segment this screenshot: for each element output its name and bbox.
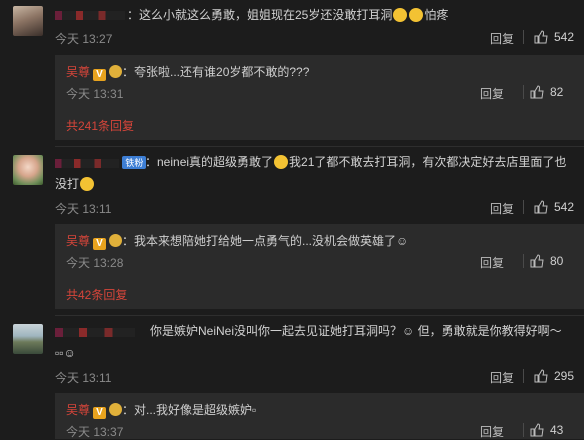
divider-vertical — [523, 30, 524, 44]
thumbs-up-icon — [534, 30, 548, 44]
more-replies-link[interactable]: 共241条回复 — [66, 117, 134, 134]
reply-button[interactable]: 回复 — [490, 369, 514, 386]
avatar[interactable] — [13, 6, 43, 36]
laughing-emoji-icon — [274, 155, 289, 169]
comment-time: 今天 13:11 — [55, 202, 112, 216]
username-masked[interactable]: 铁粉 — [55, 156, 147, 170]
vip-badge-icon — [109, 403, 123, 416]
like-button[interactable]: 542 — [534, 200, 574, 214]
like-button[interactable]: 82 — [530, 85, 563, 99]
reply-author[interactable]: 吴尊 — [66, 65, 90, 79]
divider-vertical — [523, 423, 524, 437]
thumbs-up-icon — [530, 85, 544, 99]
reply-time: 今天 13:28 — [66, 256, 124, 270]
like-count: 542 — [554, 200, 575, 214]
thumbs-up-icon — [530, 423, 544, 437]
avatar[interactable] — [13, 324, 43, 354]
comment-text: ：neinei真的超级勇敢了 我21了都不敢去打耳洞，有次都决定好去店里面了也 — [145, 155, 567, 169]
v-badge-icon: V — [93, 407, 107, 419]
laughing-emoji-icon — [80, 177, 95, 191]
reply-author[interactable]: 吴尊 — [66, 234, 90, 248]
reply-line: 吴尊 V ：夸张啦...还有谁20岁都不敢的??? — [66, 63, 309, 81]
comment-time: 今天 13:11 — [55, 371, 112, 385]
username-masked[interactable] — [55, 325, 135, 339]
divider-vertical — [523, 85, 524, 99]
v-badge-icon: V — [93, 69, 107, 81]
like-button[interactable]: 80 — [530, 254, 563, 268]
reply-time: 今天 13:31 — [66, 87, 124, 101]
more-replies-link[interactable]: 共42条回复 — [66, 286, 127, 303]
username-masked[interactable] — [55, 8, 125, 22]
like-count: 542 — [554, 30, 575, 44]
comment-time: 今天 13:27 — [55, 32, 113, 46]
like-button[interactable]: 542 — [534, 30, 574, 44]
divider-vertical — [523, 369, 524, 383]
reply-author[interactable]: 吴尊 — [66, 403, 90, 417]
reply-time: 今天 13:37 — [66, 425, 124, 439]
divider-vertical — [523, 200, 524, 214]
laughing-emoji-icon — [393, 8, 408, 22]
like-count: 43 — [550, 423, 564, 437]
avatar[interactable] — [13, 155, 43, 185]
comment-1: ：这么小就这么勇敢，姐姐现在25岁还没敢打耳洞 怕疼 今天 13:27 回复 54… — [0, 0, 584, 140]
vip-badge-icon — [109, 234, 123, 247]
reply-button[interactable]: 回复 — [480, 85, 504, 102]
reply-box: 吴尊 V ：对...我好像是超级嫉妒▫ 今天 13:37 回复 43 — [55, 393, 584, 439]
like-count: 80 — [550, 254, 564, 268]
thumbs-up-icon — [534, 200, 548, 214]
reply-button[interactable]: 回复 — [490, 30, 514, 47]
like-button[interactable]: 295 — [534, 369, 574, 383]
reply-text: ：夸张啦...还有谁20岁都不敢的??? — [122, 65, 310, 79]
comment-text: 你是嫉妒NeiNei没叫你一起去见证她打耳洞吗？☺ 但，勇敢就是你教得好啊～ — [150, 324, 562, 338]
like-count: 295 — [554, 369, 575, 383]
like-count: 82 — [550, 85, 564, 99]
comment-text: ：这么小就这么勇敢，姐姐现在25岁还没敢打耳洞 怕疼 — [127, 8, 449, 22]
thumbs-up-icon — [534, 369, 548, 383]
reply-box: 吴尊 V ：夸张啦...还有谁20岁都不敢的??? 今天 13:31 回复 82 共… — [55, 55, 584, 140]
reply-text: ：对...我好像是超级嫉妒▫ — [122, 403, 257, 417]
v-badge-icon: V — [93, 238, 107, 250]
reply-line: 吴尊 V ：对...我好像是超级嫉妒▫ — [66, 401, 256, 419]
reply-button[interactable]: 回复 — [480, 423, 504, 440]
thumbs-up-icon — [530, 254, 544, 268]
comment-text-line2: 没打 — [55, 173, 95, 195]
divider-vertical — [523, 254, 524, 268]
comment-text-line2: ▫▫☺ — [55, 346, 76, 360]
reply-text: ：我本来想陪她打给她一点勇气的...没机会做英雄了☺ — [122, 234, 409, 248]
reply-button[interactable]: 回复 — [490, 200, 514, 217]
reply-line: 吴尊 V ：我本来想陪她打给她一点勇气的...没机会做英雄了☺ — [66, 232, 408, 250]
laughing-emoji-icon — [409, 8, 424, 22]
vip-badge-icon — [109, 65, 123, 78]
fan-badge: 铁粉 — [122, 156, 147, 169]
reply-button[interactable]: 回复 — [480, 254, 504, 271]
like-button[interactable]: 43 — [530, 423, 563, 437]
reply-box: 吴尊 V ：我本来想陪她打给她一点勇气的...没机会做英雄了☺ 今天 13:28 回… — [55, 224, 584, 309]
comment-2: 铁粉 ：neinei真的超级勇敢了 我21了都不敢去打耳洞，有次都决定好去店里面了… — [0, 147, 584, 312]
comment-3: 你是嫉妒NeiNei没叫你一起去见证她打耳洞吗？☺ 但，勇敢就是你教得好啊～ ▫… — [0, 316, 584, 439]
